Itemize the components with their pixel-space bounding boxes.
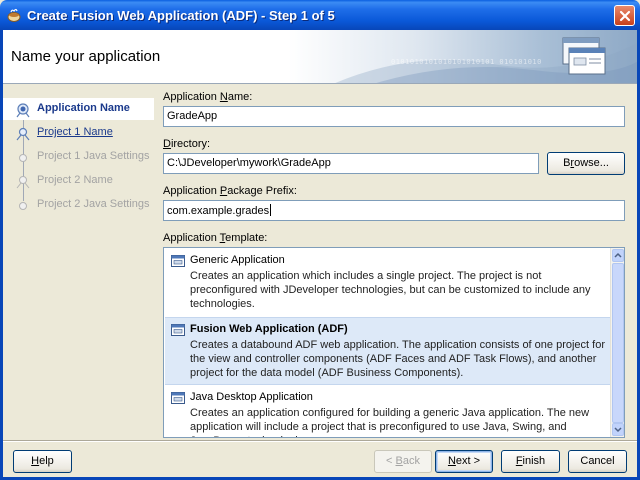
nav-step-label: Project 2 Java Settings xyxy=(37,198,150,210)
close-button[interactable] xyxy=(614,5,635,26)
template-item-fusion-web-adf[interactable]: Fusion Web Application (ADF) Creates a d… xyxy=(165,317,611,385)
browse-button[interactable]: Browse... xyxy=(547,152,625,175)
application-template-icon xyxy=(171,255,185,267)
cancel-button[interactable]: Cancel xyxy=(568,450,627,473)
template-item-generic[interactable]: Generic Application Creates an applicati… xyxy=(165,249,611,315)
help-button[interactable]: Help xyxy=(13,450,72,473)
text-caret xyxy=(270,204,272,216)
jdeveloper-cup-icon xyxy=(6,7,22,23)
package-prefix-label: Application Package Prefix: xyxy=(163,185,297,197)
arrow-down-icon xyxy=(614,427,622,433)
arrow-up-icon xyxy=(614,252,622,258)
application-name-input[interactable]: GradeApp xyxy=(163,106,625,127)
template-description: Creates a databound ADF web application.… xyxy=(190,339,605,379)
page-title: Name your application xyxy=(11,48,161,65)
nav-step-project-2-java-settings: Project 2 Java Settings xyxy=(3,194,154,216)
footer-separator xyxy=(3,440,637,442)
application-template-icon xyxy=(171,324,185,336)
wizard-content: Application Name: GradeApp Directory: C:… xyxy=(155,85,637,439)
application-template-list[interactable]: Generic Application Creates an applicati… xyxy=(163,247,625,438)
title-bar[interactable]: Create Fusion Web Application (ADF) - St… xyxy=(0,0,640,30)
step-disabled-icon xyxy=(15,174,31,190)
window-title: Create Fusion Web Application (ADF) - St… xyxy=(27,8,335,23)
application-template-icon xyxy=(171,392,185,404)
next-button[interactable]: Next > xyxy=(435,450,493,473)
scroll-up-button[interactable] xyxy=(612,249,624,262)
banner-binary-text: 0101010101010101010101 010101010 xyxy=(391,58,542,66)
current-step-icon xyxy=(15,102,31,118)
directory-label: Directory: xyxy=(163,138,211,150)
back-button[interactable]: < Back xyxy=(374,450,432,473)
scroll-down-button[interactable] xyxy=(612,423,624,436)
nav-step-project-2-name: Project 2 Name xyxy=(3,170,154,192)
template-item-java-desktop[interactable]: Java Desktop Application Creates an appl… xyxy=(165,386,611,437)
scroll-thumb[interactable] xyxy=(612,263,624,423)
template-list-scrollbar[interactable] xyxy=(610,248,624,437)
nav-step-label: Project 1 Java Settings xyxy=(37,150,150,162)
template-description: Creates an application configured for bu… xyxy=(190,407,590,437)
step-link-icon xyxy=(15,126,31,142)
template-name: Fusion Web Application (ADF) xyxy=(190,323,348,335)
application-name-label: Application Name: xyxy=(163,91,253,103)
step-disabled-icon xyxy=(15,150,31,166)
nav-step-label: Project 1 Name xyxy=(37,126,113,138)
package-prefix-input[interactable]: com.example.grades xyxy=(163,200,625,221)
application-template-label: Application Template: xyxy=(163,232,268,244)
step-disabled-icon xyxy=(15,198,31,214)
header-banner: Name your application 010101010101010101… xyxy=(3,30,637,84)
directory-input[interactable]: C:\JDeveloper\mywork\GradeApp xyxy=(163,153,539,174)
finish-button[interactable]: Finish xyxy=(501,450,560,473)
nav-step-project-1-java-settings: Project 1 Java Settings xyxy=(3,146,154,168)
wizard-windows-icon xyxy=(561,34,607,81)
nav-step-label: Project 2 Name xyxy=(37,174,113,186)
wizard-step-navigation: Application Name Project 1 Name Project … xyxy=(3,85,154,439)
nav-step-application-name[interactable]: Application Name xyxy=(3,98,154,120)
close-icon xyxy=(619,10,631,22)
template-name: Java Desktop Application xyxy=(190,391,313,403)
template-description: Creates an application which includes a … xyxy=(190,270,591,310)
template-name: Generic Application xyxy=(190,254,285,266)
nav-step-label: Application Name xyxy=(37,102,130,114)
nav-step-project-1-name[interactable]: Project 1 Name xyxy=(3,122,154,144)
